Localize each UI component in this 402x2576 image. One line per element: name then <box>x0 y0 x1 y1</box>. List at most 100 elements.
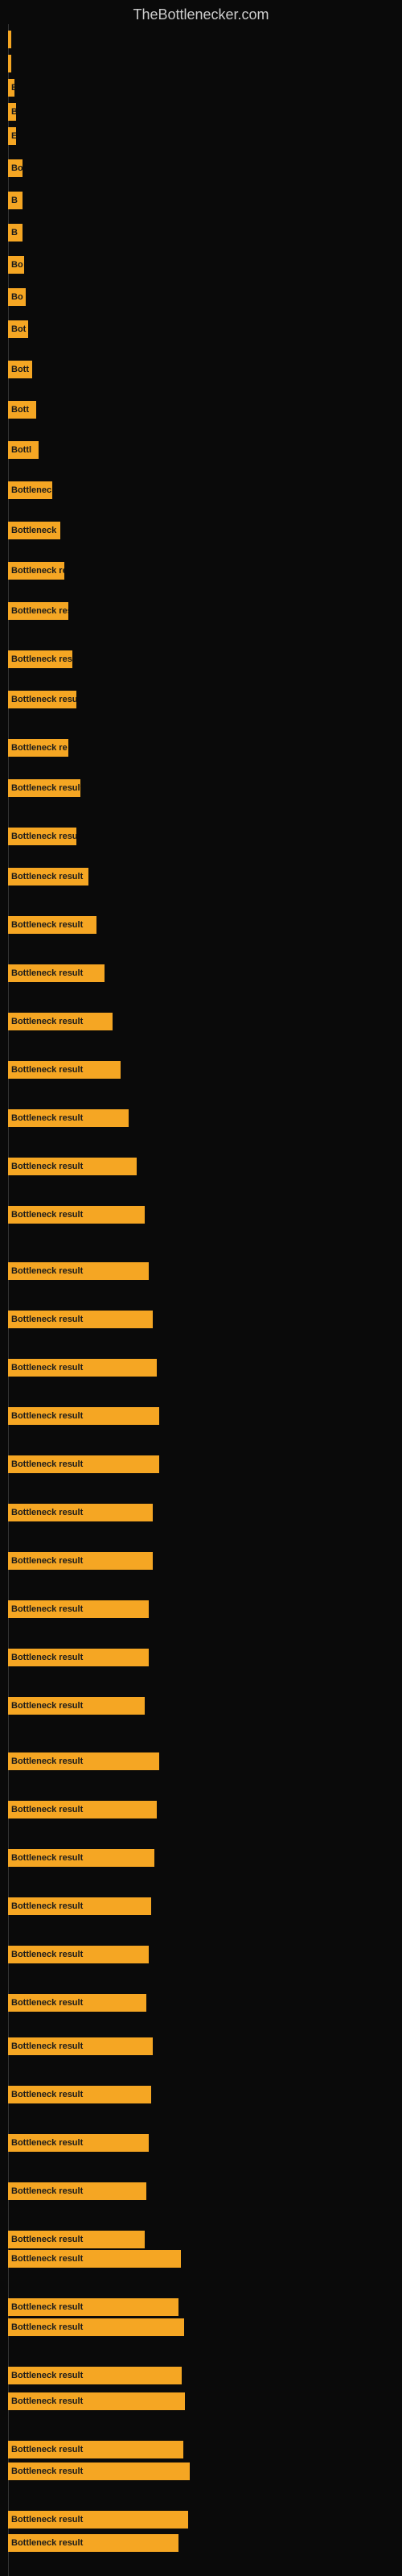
bar-row: Bottleneck result <box>8 691 76 708</box>
bar: Bottleneck resu <box>8 650 72 668</box>
bar-label: Bottleneck result <box>11 2515 83 2524</box>
bar: Bottleneck result <box>8 1897 151 1915</box>
bar-row: Bottleneck result <box>8 1849 154 1867</box>
bar-row <box>8 55 11 72</box>
bar: B <box>8 192 23 209</box>
bar-label: Bo <box>11 260 23 270</box>
bar-row: Bottleneck result <box>8 2037 153 2055</box>
bar-row: Bottleneck result <box>8 1359 157 1377</box>
bar-row: E <box>8 79 14 97</box>
bar: Bottleneck result <box>8 2534 178 2552</box>
bar-label: Bottleneck <box>11 526 56 535</box>
bar <box>8 31 11 48</box>
bar-row: Bottleneck result <box>8 964 105 982</box>
bar-row: Bottleneck result <box>8 2318 184 2336</box>
bar: Bottl <box>8 441 39 459</box>
chart-container: TheBottlenecker.com EBEBoBBBoBoBotBottBo… <box>0 0 402 2576</box>
bar-row: Bottleneck result <box>8 2511 188 2529</box>
bar-label: Bottleneck result <box>11 1459 83 1469</box>
bar-label: Bo <box>11 163 23 173</box>
bar-label: Bottleneck result <box>11 695 76 704</box>
bar-row: Bottleneck result <box>8 1994 146 2012</box>
bar-row: B <box>8 103 16 121</box>
bar-row: Bottleneck result <box>8 1504 153 1521</box>
bar-label: Bot <box>11 324 26 334</box>
bar-row: Bottleneck result <box>8 1262 149 1280</box>
bar-label: Bottleneck re <box>11 743 68 753</box>
bar-label: Bottleneck result <box>11 968 83 978</box>
bar-row: B <box>8 192 23 209</box>
bar-label: Bottleneck result <box>11 2090 83 2099</box>
bar-row: Bottleneck res <box>8 562 64 580</box>
bar-label: Bottleneck result <box>11 1998 83 2008</box>
bar: Bottleneck result <box>8 2462 190 2480</box>
bar: E <box>8 79 14 97</box>
bar-row: Bottleneck result <box>8 1158 137 1175</box>
bar: Bottleneck result <box>8 1109 129 1127</box>
bar: Bottleneck result <box>8 1600 149 1618</box>
bar: Bo <box>8 288 26 306</box>
bar-label: Bottleneck result <box>11 1757 83 1766</box>
bar-row: Bottleneck result <box>8 2134 149 2152</box>
bar-label: Bottleneck result <box>11 1901 83 1911</box>
bar-row: Bottleneck re <box>8 739 68 757</box>
bar: Bottleneck result <box>8 2250 181 2268</box>
bar-label: Bottleneck result <box>11 1113 83 1123</box>
bar: Bottleneck result <box>8 2441 183 2458</box>
bar-label: Bottleneck result <box>11 783 80 793</box>
bar-label: Bottleneck result <box>11 1266 83 1276</box>
bar-row: Bottleneck result <box>8 602 68 620</box>
bar-row: Bottleneck result <box>8 779 80 797</box>
bar: Bottleneck resu <box>8 828 76 845</box>
bar-label: Bottleneck result <box>11 606 68 616</box>
bar-row: Bottleneck result <box>8 1407 159 1425</box>
bar-label: B <box>11 107 16 117</box>
bar: Bottleneck res <box>8 562 64 580</box>
bar: Bottleneck result <box>8 1752 159 1770</box>
bar: Bottleneck result <box>8 2134 149 2152</box>
bar-row: Bottleneck result <box>8 1206 145 1224</box>
bar-row: Bottleneck result <box>8 1600 149 1618</box>
bar: Bottleneck re <box>8 739 68 757</box>
bar <box>8 55 11 72</box>
bar-label: B <box>11 196 18 205</box>
bar-row: Bo <box>8 159 23 177</box>
bar-row: Bot <box>8 320 28 338</box>
bar-label: Bottleneck resu <box>11 832 76 841</box>
bar-row: Bottleneck result <box>8 2182 146 2200</box>
bar-label: E <box>11 83 14 93</box>
bar: Bottleneck result <box>8 2182 146 2200</box>
bar: Bott <box>8 361 32 378</box>
bar-row: Bottleneck result <box>8 2367 182 2384</box>
bar: Bo <box>8 256 24 274</box>
bar-label: Bottleneck result <box>11 1411 83 1421</box>
bar-row: Bottleneck result <box>8 1697 145 1715</box>
bar: Bottleneck result <box>8 1061 121 1079</box>
bar: Bottleneck result <box>8 2318 184 2336</box>
bar: Bottleneck result <box>8 1849 154 1867</box>
bar: Bottleneck result <box>8 1552 153 1570</box>
bar: Bottleneck result <box>8 964 105 982</box>
bar-label: Bo <box>11 292 23 302</box>
bar-label: Bottleneck resu <box>11 654 72 664</box>
bar-label: Bottleneck result <box>11 872 83 881</box>
bar-row: Bott <box>8 401 36 419</box>
bar-label: Bottleneck result <box>11 2371 83 2380</box>
bar-label: Bottleneck result <box>11 2396 83 2406</box>
bar: Bottleneck result <box>8 2086 151 2103</box>
bar-label: Bottleneck result <box>11 2235 83 2244</box>
bar: Bot <box>8 320 28 338</box>
bar: Bottleneck result <box>8 779 80 797</box>
bar-label: Bottleneck result <box>11 2322 83 2332</box>
bar-label: Bottleneck result <box>11 2445 83 2454</box>
bar: Bottleneck result <box>8 1994 146 2012</box>
bar: B <box>8 224 23 242</box>
bar: Bottleneck result <box>8 1649 149 1666</box>
bar-label: Bottleneck result <box>11 2302 83 2312</box>
bar-row: Bottl <box>8 441 39 459</box>
bar-label: Bottleneck result <box>11 1853 83 1863</box>
bar-label: Bottleneck result <box>11 2138 83 2148</box>
bar-row: Bottleneck result <box>8 2534 178 2552</box>
bar: Bottleneck result <box>8 1158 137 1175</box>
bar: Bottlenec <box>8 481 52 499</box>
